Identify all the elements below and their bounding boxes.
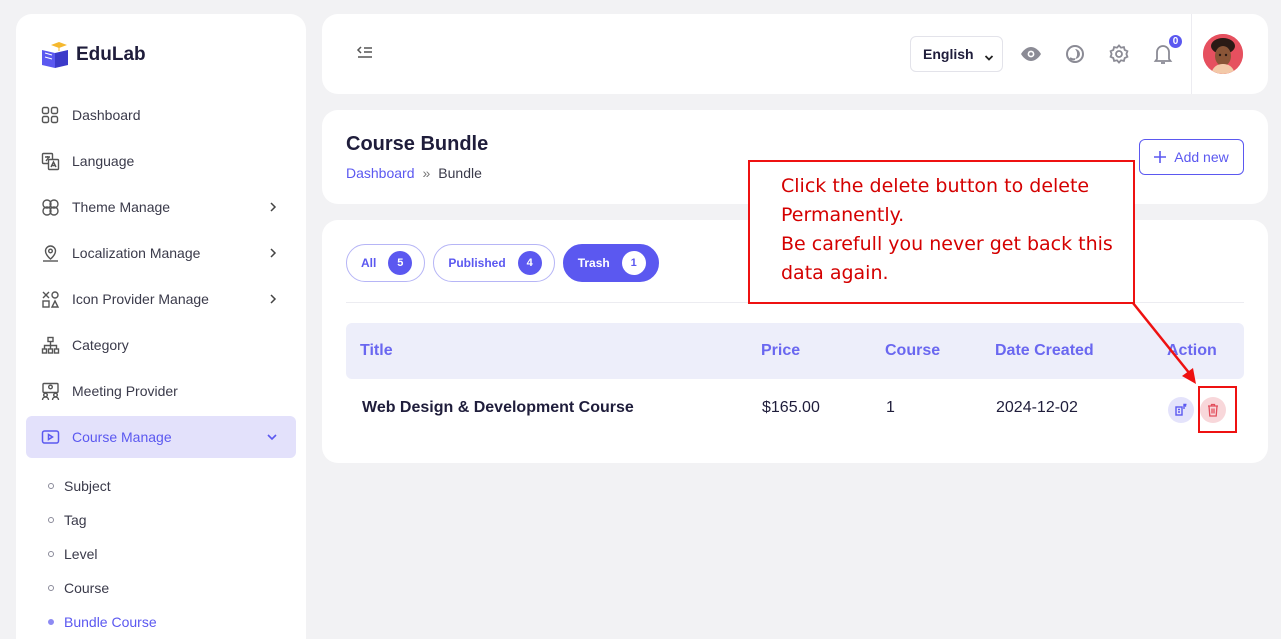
- row-course-count: 1: [886, 399, 895, 416]
- column-header-action: Action: [1167, 342, 1217, 359]
- annotation-callout: Click the delete button to delete Perman…: [748, 160, 1135, 304]
- submenu-item-course[interactable]: Course: [48, 571, 157, 605]
- gear-icon[interactable]: [1108, 43, 1130, 65]
- sidebar-item-label: Icon Provider Manage: [72, 291, 209, 307]
- sidebar-item-dashboard[interactable]: Dashboard: [26, 94, 296, 136]
- theme-icon: [40, 197, 60, 217]
- chevron-right-icon: [268, 292, 278, 308]
- tab-count-badge: 4: [517, 251, 542, 275]
- brand-logo[interactable]: EduLab: [40, 40, 146, 70]
- book-logo-icon: [42, 42, 68, 68]
- breadcrumb-current: Bundle: [438, 165, 482, 181]
- submenu-label: Course: [64, 580, 110, 596]
- language-select[interactable]: English: [910, 36, 1003, 72]
- chevron-right-icon: [268, 200, 278, 216]
- sidebar-item-icon-provider-manage[interactable]: Icon Provider Manage: [26, 278, 296, 320]
- tab-label: All: [361, 256, 377, 270]
- table-row: Web Design & Development Course $165.00 …: [346, 380, 1244, 436]
- sidebar-item-theme-manage[interactable]: Theme Manage: [26, 186, 296, 228]
- add-new-label: Add new: [1174, 149, 1229, 165]
- language-value: English: [923, 46, 974, 62]
- delete-highlight-box: [1198, 386, 1237, 433]
- sidebar-item-label: Meeting Provider: [72, 383, 178, 399]
- notification-badge: 0: [1167, 33, 1184, 50]
- status-tabs: All 5 Published 4 Trash 1: [346, 244, 659, 282]
- sidebar-item-label: Course Manage: [72, 429, 172, 445]
- sidebar-nav: Dashboard Language Theme Manage Localiza…: [26, 94, 296, 462]
- row-date: 2024-12-02: [996, 399, 1078, 416]
- chevron-down-icon: [984, 50, 994, 66]
- avatar[interactable]: [1203, 34, 1243, 74]
- submenu-label: Subject: [64, 478, 111, 494]
- sidebar-item-label: Category: [72, 337, 129, 353]
- submenu-label: Tag: [64, 512, 87, 528]
- submenu-label: Bundle Course: [64, 614, 157, 630]
- translate-icon: [40, 151, 60, 171]
- breadcrumb-separator: »: [422, 165, 431, 181]
- row-price: $165.00: [762, 399, 820, 416]
- add-new-button[interactable]: Add new: [1139, 139, 1244, 175]
- submenu-item-subject[interactable]: Subject: [48, 469, 157, 503]
- video-icon: [40, 427, 60, 447]
- sidebar-item-label: Language: [72, 153, 135, 169]
- eye-icon[interactable]: [1020, 43, 1042, 65]
- meeting-icon: [40, 381, 60, 401]
- bullet-icon: [48, 551, 54, 557]
- tab-count-badge: 1: [621, 251, 646, 275]
- sidebar-item-meeting-provider[interactable]: Meeting Provider: [26, 370, 296, 412]
- table-header: Title Price Course Date Created Action: [346, 323, 1244, 379]
- submenu-item-tag[interactable]: Tag: [48, 503, 157, 537]
- tab-label: Published: [448, 256, 506, 270]
- tab-all[interactable]: All 5: [346, 244, 426, 282]
- sidebar-item-course-manage[interactable]: Course Manage: [26, 416, 296, 458]
- bullet-icon: [48, 483, 54, 489]
- column-header-course: Course: [885, 342, 941, 359]
- tab-count-badge: 5: [388, 251, 413, 275]
- bullet-icon: [48, 517, 54, 523]
- row-title: Web Design & Development Course: [362, 399, 634, 416]
- submenu-label: Level: [64, 546, 98, 562]
- sidebar-item-localization-manage[interactable]: Localization Manage: [26, 232, 296, 274]
- sidebar-item-category[interactable]: Category: [26, 324, 296, 366]
- sidebar-item-label: Localization Manage: [72, 245, 201, 261]
- tab-published[interactable]: Published 4: [433, 244, 555, 282]
- grid-icon: [40, 105, 60, 125]
- bullet-icon: [48, 585, 54, 591]
- course-manage-submenu: Subject Tag Level Course Bundle Course: [48, 469, 157, 639]
- sidebar-item-language[interactable]: Language: [26, 140, 296, 182]
- chevron-down-icon: [266, 430, 278, 446]
- annotation-line: Permanently.: [781, 204, 905, 226]
- column-header-price: Price: [761, 342, 801, 359]
- annotation-line: data again.: [781, 262, 889, 284]
- annotation-text: Click the delete button to delete Perman…: [781, 172, 1131, 288]
- restore-icon: [1175, 403, 1187, 416]
- submenu-item-bundle-course[interactable]: Bundle Course: [48, 605, 157, 639]
- menu-collapse-icon[interactable]: [356, 44, 374, 67]
- brand-name: EduLab: [76, 44, 146, 65]
- plus-icon: [1154, 151, 1167, 163]
- breadcrumb: Dashboard » Bundle: [346, 165, 482, 181]
- column-header-date: Date Created: [995, 342, 1094, 359]
- sidebar-item-label: Dashboard: [72, 107, 141, 123]
- annotation-line: Be carefull you never get back this: [781, 233, 1113, 255]
- tab-label: Trash: [577, 256, 610, 270]
- submenu-item-level[interactable]: Level: [48, 537, 157, 571]
- chevron-right-icon: [268, 246, 278, 262]
- tab-trash[interactable]: Trash 1: [562, 244, 659, 282]
- topbar: English 0: [322, 14, 1268, 94]
- restore-button[interactable]: [1168, 397, 1194, 423]
- breadcrumb-link-dashboard[interactable]: Dashboard: [346, 165, 415, 181]
- topbar-divider: [1191, 14, 1192, 94]
- bullet-icon: [48, 619, 54, 625]
- shapes-icon: [40, 289, 60, 309]
- annotation-line: Click the delete button to delete: [781, 175, 1090, 197]
- hierarchy-icon: [40, 335, 60, 355]
- sidebar-item-label: Theme Manage: [72, 199, 171, 215]
- map-pin-icon: [40, 243, 60, 263]
- column-header-title: Title: [360, 342, 393, 359]
- sidebar: EduLab Dashboard Language Theme Manage L…: [16, 14, 306, 639]
- theme-toggle-icon[interactable]: [1064, 43, 1086, 65]
- page-title: Course Bundle: [346, 133, 489, 155]
